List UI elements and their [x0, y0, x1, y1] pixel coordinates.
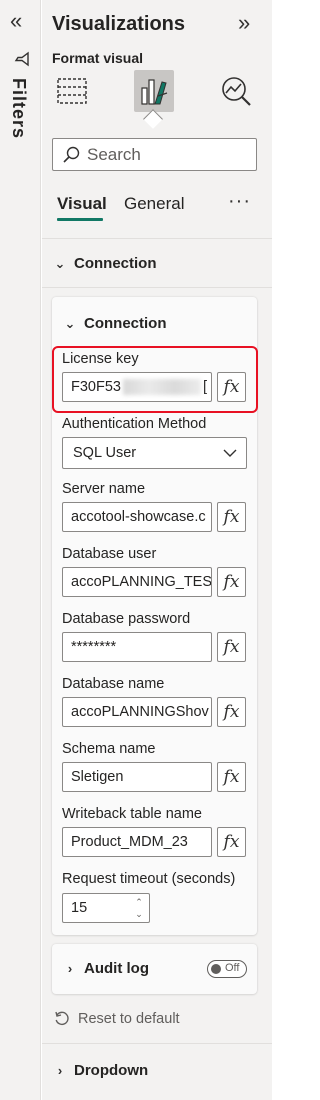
paintbrush-icon: [141, 79, 168, 105]
request-timeout-value: 15: [71, 900, 88, 916]
spinner-arrows[interactable]: ⌃ ⌄: [132, 896, 146, 920]
db-name-label: Database name: [62, 676, 165, 692]
connection-subsection-header[interactable]: ⌄ Connection: [62, 315, 167, 332]
db-password-field[interactable]: ********: [62, 632, 212, 662]
pane-title: Visualizations: [52, 13, 186, 35]
chevron-right-icon: ›: [57, 1063, 63, 1078]
more-options-icon[interactable]: ···: [228, 190, 251, 213]
search-icon: [63, 146, 80, 163]
divider: [42, 287, 272, 288]
spinner-up-icon[interactable]: ⌃: [132, 896, 146, 908]
active-caret: [143, 109, 163, 129]
server-name-label: Server name: [62, 481, 146, 497]
filter-icon[interactable]: [13, 50, 31, 68]
chevron-down-icon: ⌄: [54, 255, 66, 271]
server-name-field[interactable]: accotool-showcase.c: [62, 502, 212, 532]
dropdown-section-label: Dropdown: [74, 1062, 149, 1079]
audit-log-label: Audit log: [84, 960, 149, 977]
db-user-fx-button[interactable]: fx: [217, 567, 246, 597]
reset-icon: [55, 1011, 69, 1026]
search-placeholder: Search: [87, 144, 141, 164]
tab-visual-underline: [57, 218, 103, 221]
license-key-highlight: [52, 346, 258, 413]
filters-rail: « Filters: [0, 0, 41, 1100]
expand-pane-icon[interactable]: »: [238, 12, 250, 34]
analytics-button[interactable]: [216, 70, 256, 112]
schema-name-label: Schema name: [62, 741, 156, 757]
audit-log-toggle[interactable]: Off: [207, 960, 247, 978]
tab-general[interactable]: General: [124, 194, 184, 214]
search-input[interactable]: Search: [52, 138, 257, 171]
auth-method-value: SQL User: [73, 445, 137, 461]
chevron-down-icon: [223, 449, 237, 457]
tab-visual[interactable]: Visual: [57, 194, 107, 214]
connection-subsection-label: Connection: [84, 315, 167, 332]
db-password-fx-button[interactable]: fx: [217, 632, 246, 662]
toggle-state-label: Off: [225, 962, 240, 974]
audit-log-card: › Audit log Off: [52, 944, 257, 994]
toggle-knob: [211, 964, 221, 974]
reset-to-default-button[interactable]: Reset to default: [54, 1011, 180, 1027]
audit-log-header[interactable]: › Audit log: [62, 960, 149, 977]
db-name-field[interactable]: accoPLANNINGShov: [62, 697, 212, 727]
request-timeout-spinner[interactable]: 15 ⌃ ⌄: [62, 893, 150, 923]
server-name-fx-button[interactable]: fx: [217, 502, 246, 532]
db-user-field[interactable]: accoPLANNING_TES: [62, 567, 212, 597]
writeback-table-field[interactable]: Product_MDM_23: [62, 827, 212, 857]
filters-label[interactable]: Filters: [8, 78, 29, 139]
chevron-down-icon: ⌄: [64, 315, 76, 331]
auth-method-label: Authentication Method: [62, 416, 207, 432]
connection-section-header[interactable]: ⌄ Connection: [52, 255, 157, 272]
schema-name-field[interactable]: Sletigen: [62, 762, 212, 792]
writeback-table-label: Writeback table name: [62, 806, 202, 822]
chevron-right-icon: ›: [67, 961, 73, 976]
divider: [42, 238, 272, 239]
writeback-table-fx-button[interactable]: fx: [217, 827, 246, 857]
fields-grid-icon: [57, 78, 87, 104]
build-visual-button[interactable]: [52, 70, 92, 112]
spinner-down-icon[interactable]: ⌄: [132, 908, 146, 920]
db-user-label: Database user: [62, 546, 157, 562]
divider: [42, 1043, 272, 1044]
auth-method-dropdown[interactable]: SQL User: [62, 437, 247, 469]
reset-label: Reset to default: [78, 1011, 180, 1027]
request-timeout-label: Request timeout (seconds): [62, 871, 236, 887]
collapse-filters-icon[interactable]: «: [10, 10, 22, 32]
schema-name-fx-button[interactable]: fx: [217, 762, 246, 792]
connection-section-label: Connection: [74, 255, 157, 272]
db-name-fx-button[interactable]: fx: [217, 697, 246, 727]
dropdown-section-header[interactable]: › Dropdown: [52, 1062, 148, 1079]
db-password-label: Database password: [62, 611, 191, 627]
analytics-magnifier-icon: [222, 77, 251, 106]
visualizations-pane: Visualizations » Format visual Search Vi…: [42, 0, 272, 1100]
format-visual-button[interactable]: [134, 70, 174, 112]
format-visual-label: Format visual: [52, 50, 144, 66]
